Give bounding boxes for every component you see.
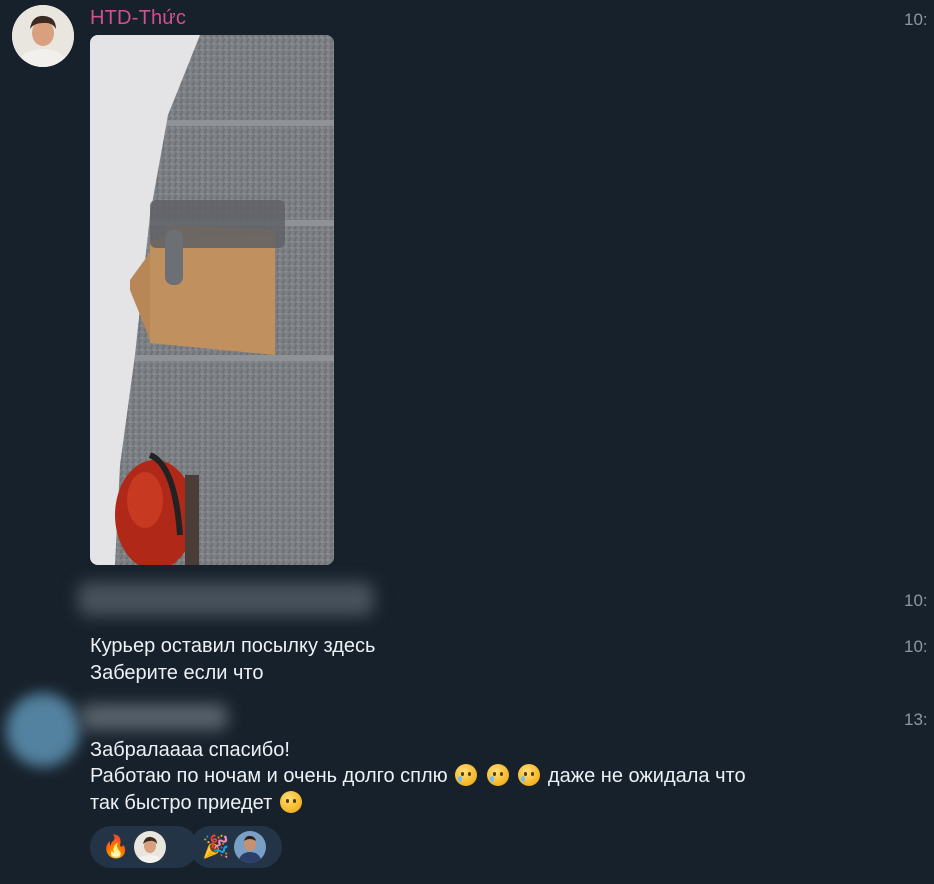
message-text-part: Работаю по ночам и очень долго сплю <box>90 765 454 787</box>
crying-face-icon <box>455 764 478 786</box>
crying-face-icon <box>486 764 509 786</box>
message-text: Курьер оставил посылку здесь <box>90 635 376 657</box>
message-text-part: так быстро приедет <box>90 792 278 814</box>
sender-avatar[interactable] <box>6 693 80 767</box>
party-popper-icon: 🎉 <box>202 834 230 859</box>
message-time: 10: <box>904 637 928 656</box>
message-time: 10: <box>904 591 928 610</box>
blurred-text <box>78 582 374 616</box>
reaction-fire[interactable]: 🔥 <box>90 826 198 868</box>
message-text-part: даже не ожидала что <box>542 765 746 787</box>
crying-face-icon <box>518 764 541 786</box>
sender-name[interactable]: HTD-Thức <box>90 7 186 30</box>
message-time: 13: <box>904 710 928 729</box>
message-time: 10: <box>904 10 928 29</box>
shushing-face-icon <box>279 791 302 813</box>
message-text: Заберите если что <box>90 662 264 684</box>
sender-avatar[interactable] <box>12 5 74 67</box>
message-text: Забралаааа спасибо! <box>90 739 290 761</box>
reactor-avatar <box>234 831 266 863</box>
reactor-avatar <box>134 831 166 863</box>
message-photo[interactable] <box>90 35 334 565</box>
message-text: Работаю по ночам и очень долго сплю даже… <box>90 763 746 790</box>
reaction-party[interactable]: 🎉 <box>190 826 282 868</box>
message-text: так быстро приедет <box>90 790 304 817</box>
blurred-sender-name <box>80 704 228 730</box>
fire-icon: 🔥 <box>102 834 130 859</box>
